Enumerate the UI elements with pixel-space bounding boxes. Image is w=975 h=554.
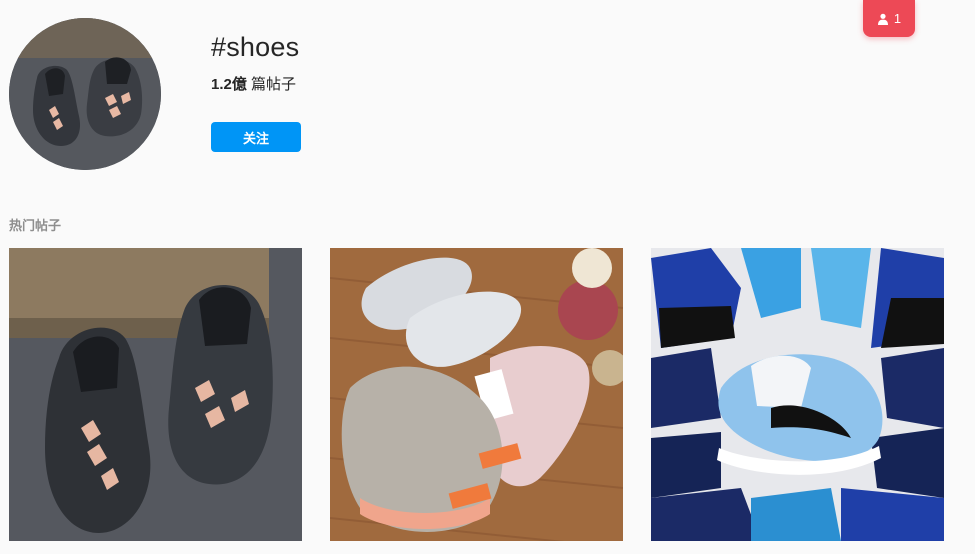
sneaker-photo-dark: [9, 248, 302, 541]
post-count-number: 1.2億: [211, 76, 247, 93]
post-air-jordan-1[interactable]: [651, 248, 944, 541]
hashtag-avatar: [9, 18, 161, 170]
person-icon: [877, 13, 888, 25]
post-yeezy-350-v2[interactable]: [330, 248, 623, 541]
sneaker-photo-wood: [330, 248, 623, 541]
post-yeezy-700-v3[interactable]: [9, 248, 302, 541]
sneaker-photo-jordans: [651, 248, 944, 541]
notification-badge[interactable]: 1: [863, 0, 915, 37]
hashtag-page: #shoes 1.2億 篇帖子 关注 1 热门帖子: [0, 0, 975, 554]
sneaker-avatar-image: [9, 18, 161, 170]
hashtag-title: #shoes: [211, 32, 300, 62]
top-posts-label: 热门帖子: [9, 218, 62, 233]
post-count-suffix: 篇帖子: [246, 76, 297, 93]
notification-count: 1: [893, 11, 902, 26]
follow-button[interactable]: 关注: [211, 122, 301, 152]
post-count: 1.2億 篇帖子: [211, 73, 296, 94]
